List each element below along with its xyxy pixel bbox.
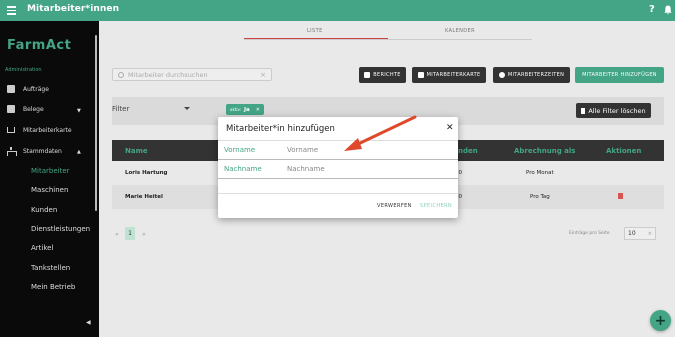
clipboard-icon bbox=[7, 85, 15, 93]
search-icon bbox=[118, 71, 124, 78]
sidebar-item-label: Aufträge bbox=[23, 85, 49, 93]
clock-icon bbox=[498, 72, 505, 78]
add-fab-button[interactable]: + bbox=[650, 310, 671, 331]
collapse-sidebar-icon[interactable]: ◀ bbox=[86, 319, 91, 326]
sidebar-item-auftraege[interactable]: Aufträge bbox=[7, 83, 49, 95]
employee-name: Loris Hartung bbox=[125, 170, 168, 176]
column-header-billing[interactable]: Abrechnung als bbox=[514, 147, 575, 155]
sidebar-subitem-artikel[interactable]: Artikel bbox=[31, 244, 53, 252]
employee-map-button[interactable]: MITARBEITERKARTE bbox=[412, 67, 486, 83]
lastname-field[interactable]: Nachname bbox=[287, 165, 325, 173]
lastname-label: Nachname bbox=[224, 165, 262, 173]
current-page[interactable]: 1 bbox=[125, 227, 135, 240]
employee-times-button[interactable]: MITARBEITERZEITEN bbox=[493, 67, 570, 83]
clear-filters-label: Alle Filter löschen bbox=[588, 106, 646, 115]
bell-icon[interactable] bbox=[664, 5, 672, 15]
document-icon bbox=[7, 105, 15, 113]
delete-icon[interactable] bbox=[618, 193, 623, 199]
per-page-select[interactable]: 10 × bbox=[624, 227, 656, 240]
dialog-divider bbox=[218, 140, 458, 141]
search-placeholder: Mitarbeiter durchsuchen bbox=[128, 70, 208, 79]
sidebar-subitem-kunden[interactable]: Kunden bbox=[31, 206, 57, 214]
reports-button[interactable]: BERICHTE bbox=[359, 67, 406, 83]
sidebar-subitem-mitarbeiter[interactable]: Mitarbeiter bbox=[31, 167, 70, 175]
map-icon bbox=[7, 127, 15, 133]
clear-per-page-icon[interactable]: × bbox=[648, 231, 652, 237]
caret-down-icon[interactable] bbox=[184, 107, 190, 110]
filter-dropdown[interactable]: Filter bbox=[112, 105, 129, 113]
help-icon[interactable]: ? bbox=[649, 4, 655, 15]
per-page-label: Einträge pro Seite bbox=[569, 231, 610, 236]
sidebar-subitem-maschinen[interactable]: Maschinen bbox=[31, 186, 68, 194]
dialog-divider bbox=[218, 193, 458, 194]
sidebar-item-label: Belege bbox=[23, 105, 44, 113]
filter-chip[interactable]: aktiv: Ja ✕ bbox=[226, 104, 264, 115]
sidebar-item-label: Stammdaten bbox=[23, 147, 62, 155]
column-header-actions: Aktionen bbox=[606, 147, 642, 155]
sidebar-item-belege[interactable]: Belege bbox=[7, 103, 44, 115]
sidebar-item-mitarbeiterkarte[interactable]: Mitarbeiterkarte bbox=[7, 124, 72, 136]
sidebar-item-label: Mitarbeiterkarte bbox=[23, 126, 72, 134]
firstname-field[interactable]: Vorname bbox=[287, 146, 318, 154]
chevron-down-icon[interactable]: ▼ bbox=[77, 108, 81, 114]
document-icon bbox=[364, 72, 371, 78]
firstname-label: Vorname bbox=[224, 146, 256, 154]
trash-icon bbox=[581, 107, 586, 114]
tab-liste[interactable]: LISTE bbox=[307, 28, 323, 34]
sidebar-subitem-tankstellen[interactable]: Tankstellen bbox=[31, 264, 70, 272]
plus-icon: + bbox=[654, 312, 667, 329]
top-app-bar: Mitarbeiter*innen ? bbox=[0, 0, 675, 21]
brand-logo: FarmAct bbox=[7, 38, 72, 53]
chevron-up-icon[interactable]: ▲ bbox=[77, 149, 81, 155]
tab-kalender[interactable]: KALENDER bbox=[445, 28, 475, 34]
filter-chip-value: Ja bbox=[243, 106, 250, 113]
next-page-icon[interactable]: » bbox=[142, 231, 146, 238]
sidebar-item-stammdaten[interactable]: Stammdaten bbox=[7, 145, 62, 157]
employee-billing: Pro Monat bbox=[526, 170, 554, 176]
tabs-divider bbox=[244, 39, 532, 40]
map-icon bbox=[417, 72, 424, 78]
tree-icon bbox=[7, 147, 17, 156]
sidebar-section-label: Administration bbox=[5, 67, 42, 73]
dialog-title: Mitarbeiter*in hinzufügen bbox=[226, 124, 335, 134]
page-title: Mitarbeiter*innen bbox=[27, 4, 120, 14]
employee-name: Marie Heitel bbox=[125, 194, 163, 200]
search-input[interactable]: Mitarbeiter durchsuchen × bbox=[112, 68, 272, 81]
active-tab-indicator bbox=[244, 38, 388, 39]
previous-page-icon[interactable]: « bbox=[115, 231, 119, 238]
sidebar-scrollbar[interactable] bbox=[95, 35, 97, 211]
sidebar-subitem-mein-betrieb[interactable]: Mein Betrieb bbox=[31, 283, 75, 291]
clear-filters-button[interactable]: Alle Filter löschen bbox=[576, 103, 651, 118]
add-employee-button[interactable]: MITARBEITER HINZUFÜGEN bbox=[575, 67, 664, 83]
sidebar-subitem-dienstleistungen[interactable]: Dienstleistungen bbox=[31, 225, 90, 233]
employee-map-button-label: MITARBEITERKARTE bbox=[426, 72, 481, 78]
reports-button-label: BERICHTE bbox=[373, 72, 401, 78]
save-button[interactable]: SPEICHERN bbox=[420, 203, 452, 209]
menu-icon[interactable] bbox=[7, 6, 16, 15]
lastname-underline bbox=[218, 178, 458, 179]
firstname-underline bbox=[218, 159, 458, 160]
remove-chip-icon[interactable]: ✕ bbox=[256, 107, 260, 113]
clear-search-icon[interactable]: × bbox=[260, 71, 266, 79]
per-page-value: 10 bbox=[628, 230, 636, 237]
employee-billing: Pro Tag bbox=[530, 194, 550, 200]
sidebar: FarmAct Administration Aufträge Belege ▼… bbox=[0, 21, 99, 337]
close-icon[interactable]: ✕ bbox=[446, 123, 454, 133]
add-employee-dialog: Mitarbeiter*in hinzufügen ✕ Vorname Vorn… bbox=[218, 117, 458, 218]
column-header-name[interactable]: Name bbox=[125, 147, 148, 155]
discard-button[interactable]: VERWERFEN bbox=[377, 203, 412, 209]
filter-chip-key: aktiv: bbox=[230, 107, 241, 112]
employee-times-button-label: MITARBEITERZEITEN bbox=[507, 72, 565, 78]
